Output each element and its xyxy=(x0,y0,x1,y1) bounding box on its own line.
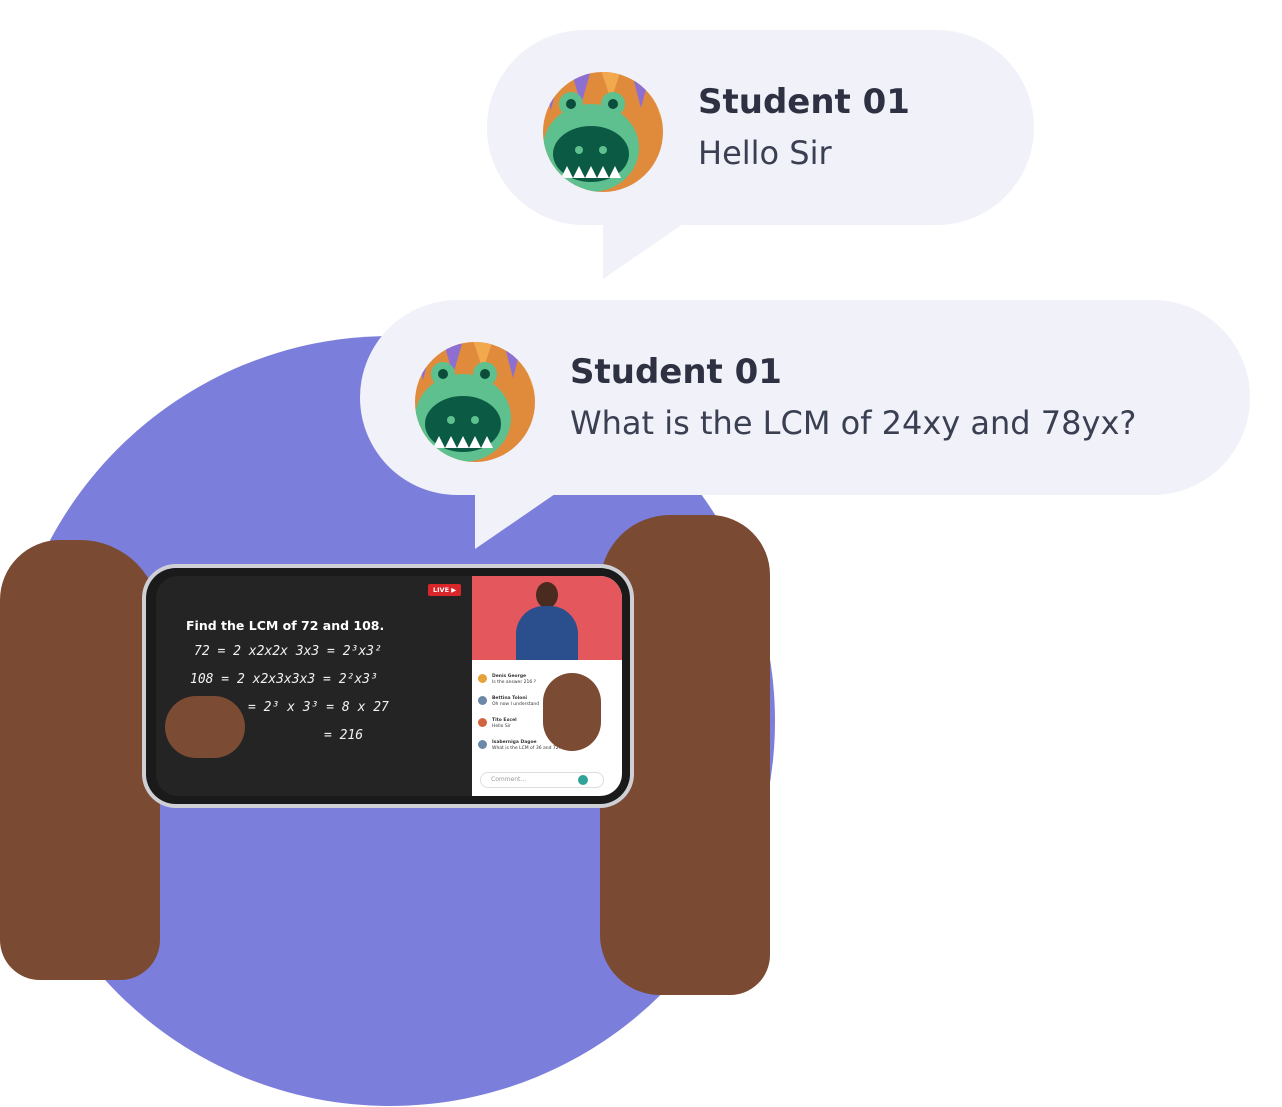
comment-author: Bettina Toloni xyxy=(492,696,528,701)
send-icon[interactable] xyxy=(578,775,588,785)
work-line: 108 = 2 x2x3x3x3 = 2²x3³ xyxy=(190,672,378,687)
monster-avatar-icon xyxy=(543,72,663,192)
sender-name: Student 01 xyxy=(570,352,782,392)
comment-text: Is the answer 216 ? xyxy=(492,679,537,685)
comment-text: Hello Sir xyxy=(492,723,511,729)
work-line: = 2³ x 3³ = 8 x 27 xyxy=(248,700,389,715)
right-thumb-tip xyxy=(543,673,601,751)
bubble-tail xyxy=(475,494,555,549)
avatar xyxy=(478,696,487,705)
avatar xyxy=(478,718,487,727)
message-text: Hello Sir xyxy=(698,134,832,172)
left-hand xyxy=(0,540,160,980)
live-badge: LIVE ▶ xyxy=(428,584,462,596)
teacher-head xyxy=(536,582,558,608)
comment-text: What is the LCM of 36 and 72? xyxy=(492,745,561,751)
work-line: 72 = 2 x2x2x 3x3 = 2³x3² xyxy=(194,644,382,659)
avatar xyxy=(478,674,487,683)
chalkboard: LIVE ▶ Find the LCM of 72 and 108. 72 = … xyxy=(156,576,472,796)
avatar xyxy=(478,740,487,749)
comment-author: Isaberniga Dagoe xyxy=(492,740,537,745)
teacher-body xyxy=(516,606,578,660)
comment-text: Oh now I understand xyxy=(492,701,540,707)
left-thumb-tip xyxy=(165,696,245,758)
sender-name: Student 01 xyxy=(698,82,910,122)
problem-text: Find the LCM of 72 and 108. xyxy=(186,618,385,633)
monster-avatar-icon xyxy=(415,342,535,462)
comment-author: Denis George xyxy=(492,674,527,679)
teacher-video[interactable] xyxy=(472,576,622,660)
comment-author: Tito Excel xyxy=(492,718,517,723)
work-line: = 216 xyxy=(324,728,364,743)
message-text: What is the LCM of 24xy and 78yx? xyxy=(570,404,1137,442)
bubble-tail xyxy=(603,224,683,279)
